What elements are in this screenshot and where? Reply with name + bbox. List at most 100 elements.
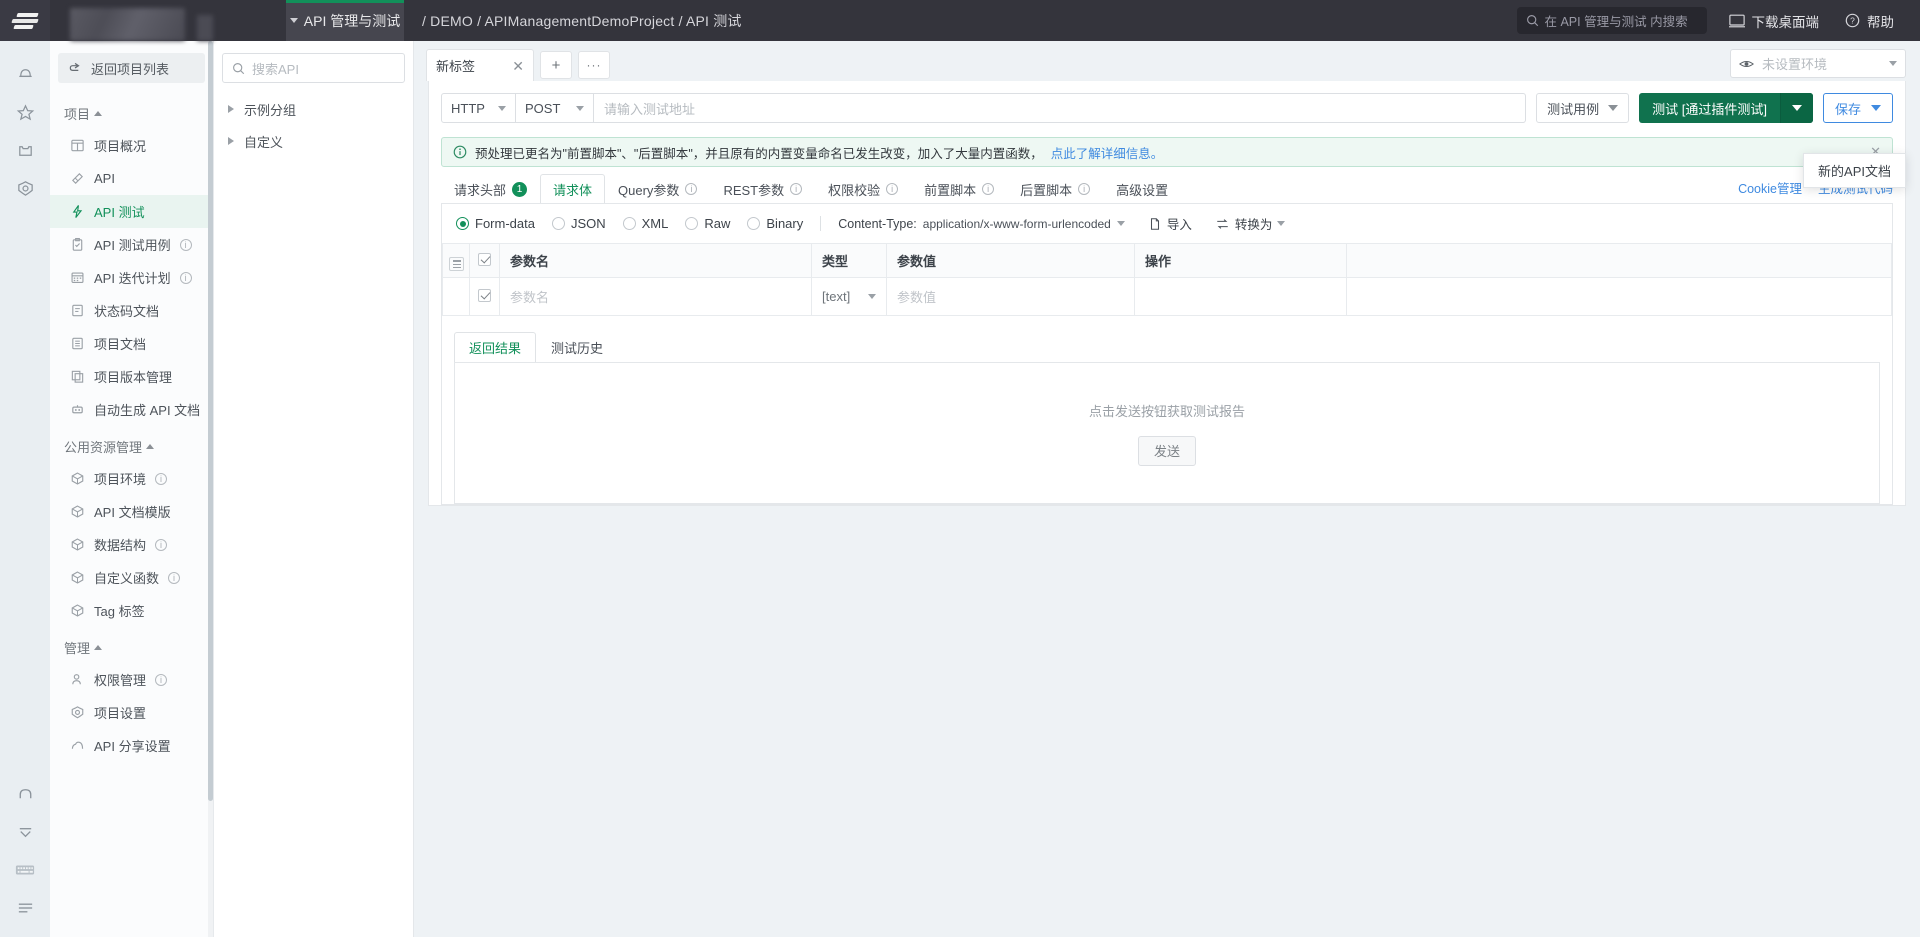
breadcrumb-text: / DEMO / APIManagementDemoProject / API … bbox=[422, 12, 742, 29]
info-icon[interactable]: i bbox=[685, 183, 698, 195]
save-button[interactable]: 保存 bbox=[1822, 93, 1893, 123]
body-type-raw[interactable]: Raw bbox=[685, 216, 730, 231]
row-type-select[interactable]: [text] bbox=[811, 277, 887, 316]
sidebar-item-api[interactable]: API bbox=[50, 162, 213, 195]
module-tab-api-management[interactable]: API 管理与测试 bbox=[286, 0, 404, 41]
params-table-selectall-cell[interactable] bbox=[469, 243, 500, 278]
info-icon[interactable]: i bbox=[179, 238, 192, 251]
star-icon[interactable] bbox=[8, 93, 42, 131]
sidebar-group-title-project[interactable]: 项目 bbox=[50, 93, 213, 129]
info-icon[interactable]: i bbox=[886, 183, 899, 195]
content-type-select[interactable]: Content-Type: application/x-www-form-url… bbox=[838, 217, 1125, 231]
menu-icon[interactable] bbox=[8, 889, 42, 927]
url-input[interactable]: 请输入测试地址 bbox=[594, 93, 1527, 123]
project-sidebar: 返回项目列表 项目 项目概况 API API 测试 API 测试用例 i API… bbox=[50, 41, 214, 937]
api-tree-item-custom[interactable]: 自定义 bbox=[214, 125, 413, 157]
params-table-menu-cell[interactable] bbox=[442, 243, 470, 278]
row-drag-cell[interactable] bbox=[442, 277, 470, 316]
info-icon[interactable]: i bbox=[179, 271, 192, 284]
row-op-cell[interactable] bbox=[1134, 277, 1347, 316]
tab-advanced-settings[interactable]: 高级设置 bbox=[1103, 174, 1181, 203]
back-to-project-list-button[interactable]: 返回项目列表 bbox=[58, 53, 205, 83]
method-select[interactable]: POST bbox=[516, 93, 594, 123]
tab-rest-params[interactable]: REST参数 i bbox=[710, 174, 815, 203]
api-search-input[interactable]: 搜索API bbox=[222, 53, 405, 83]
body-type-binary[interactable]: Binary bbox=[747, 216, 803, 231]
collapse-icon[interactable] bbox=[8, 813, 42, 851]
help-button[interactable]: ? 帮助 bbox=[1845, 11, 1894, 31]
sidebar-item-permission[interactable]: 权限管理 i bbox=[50, 663, 213, 696]
row-name-input[interactable]: 参数名 bbox=[499, 277, 812, 316]
more-tabs-button[interactable]: ··· bbox=[578, 51, 610, 79]
info-icon[interactable]: i bbox=[155, 673, 168, 686]
save-dropdown-menu[interactable]: 新的API文档 bbox=[1803, 153, 1906, 188]
tab-request-body[interactable]: 请求体 bbox=[540, 174, 606, 203]
info-icon[interactable]: i bbox=[982, 183, 995, 195]
tab-auth[interactable]: 权限校验 i bbox=[815, 174, 911, 203]
info-icon[interactable]: i bbox=[168, 571, 181, 584]
sidebar-item-project-settings[interactable]: 项目设置 bbox=[50, 696, 213, 729]
info-icon[interactable]: i bbox=[155, 538, 168, 551]
body-type-form-data[interactable]: Form-data bbox=[456, 216, 535, 231]
protocol-select[interactable]: HTTP bbox=[441, 93, 516, 123]
test-case-button[interactable]: 测试用例 bbox=[1536, 93, 1630, 123]
global-search-input[interactable]: 在 API 管理与测试 内搜索 bbox=[1516, 7, 1707, 34]
tab-post-script[interactable]: 后置脚本 i bbox=[1007, 174, 1103, 203]
headset-icon[interactable] bbox=[8, 775, 42, 813]
breadcrumb[interactable]: / DEMO / APIManagementDemoProject / API … bbox=[404, 0, 742, 41]
app-logo[interactable] bbox=[0, 0, 50, 41]
send-button[interactable]: 发送 bbox=[1138, 435, 1196, 466]
sidebar-item-api-testcase[interactable]: API 测试用例 i bbox=[50, 228, 213, 261]
sidebar-item-status-code-doc[interactable]: 状态码文档 bbox=[50, 294, 213, 327]
info-icon[interactable]: i bbox=[155, 472, 168, 485]
sidebar-item-api-doc-template[interactable]: API 文档模版 bbox=[50, 495, 213, 528]
sidebar-scrollbar[interactable] bbox=[208, 41, 213, 937]
sidebar-item-tag[interactable]: Tag 标签 bbox=[50, 594, 213, 627]
keyboard-icon[interactable] bbox=[8, 851, 42, 889]
document-tab-new[interactable]: 新标签 ✕ bbox=[426, 49, 534, 81]
info-icon[interactable]: i bbox=[790, 183, 803, 195]
tab-response-result[interactable]: 返回结果 bbox=[454, 332, 537, 362]
gear-icon[interactable] bbox=[8, 169, 42, 207]
import-button[interactable]: 导入 bbox=[1148, 214, 1192, 233]
test-button[interactable]: 测试 [通过插件测试] bbox=[1639, 93, 1813, 123]
sidebar-item-api-iteration-plan[interactable]: API 迭代计划 i bbox=[50, 261, 213, 294]
row-checkbox-cell[interactable] bbox=[469, 277, 500, 316]
body-type-json[interactable]: JSON bbox=[551, 216, 606, 231]
sidebar-item-project-version[interactable]: 项目版本管理 bbox=[50, 360, 213, 393]
monitor-icon bbox=[1728, 14, 1745, 27]
cookie-manage-link[interactable]: Cookie管理 bbox=[1738, 178, 1802, 197]
close-icon[interactable]: ✕ bbox=[512, 59, 524, 73]
sidebar-item-auto-gen-api-doc[interactable]: 自动生成 API 文档 bbox=[50, 393, 213, 426]
sidebar-item-custom-function[interactable]: 自定义函数 i bbox=[50, 561, 213, 594]
row-value-input[interactable]: 参数值 bbox=[886, 277, 1135, 316]
add-tab-button[interactable]: + bbox=[540, 51, 572, 79]
info-banner-link[interactable]: 点此了解详细信息。 bbox=[1051, 143, 1164, 162]
sidebar-item-data-structure[interactable]: 数据结构 i bbox=[50, 528, 213, 561]
box-icon[interactable] bbox=[8, 131, 42, 169]
body-type-xml[interactable]: XML bbox=[622, 216, 668, 231]
radio-icon bbox=[456, 217, 469, 230]
sidebar-item-label: 项目版本管理 bbox=[94, 370, 173, 385]
module-tab-label: API 管理与测试 bbox=[303, 12, 401, 29]
environment-select[interactable]: 未设置环境 bbox=[1730, 49, 1906, 78]
api-tree-item-sample-group[interactable]: 示例分组 bbox=[214, 93, 413, 125]
sidebar-item-project-overview[interactable]: 项目概况 bbox=[50, 129, 213, 162]
sidebar-item-label: 状态码文档 bbox=[94, 304, 160, 319]
sidebar-item-project-doc[interactable]: 项目文档 bbox=[50, 327, 213, 360]
info-icon[interactable]: i bbox=[1078, 183, 1091, 195]
request-url-row: HTTP POST 请输入测试地址 测试用例 测试 [通过插件测试] 保存 bbox=[429, 81, 1905, 135]
sidebar-group-title-management[interactable]: 管理 bbox=[50, 627, 213, 663]
tab-query-params[interactable]: Query参数 i bbox=[605, 174, 710, 203]
download-desktop-button[interactable]: 下载桌面端 bbox=[1728, 11, 1819, 31]
convert-button[interactable]: 转换为 bbox=[1215, 214, 1286, 233]
sidebar-item-project-env[interactable]: 项目环境 i bbox=[50, 462, 213, 495]
sidebar-item-api-test[interactable]: API 测试 bbox=[50, 195, 213, 228]
tab-request-headers[interactable]: 请求头部 1 bbox=[441, 174, 540, 203]
sidebar-item-api-share-settings[interactable]: API 分享设置 bbox=[50, 729, 213, 762]
sidebar-group-title-common-resources[interactable]: 公用资源管理 bbox=[50, 426, 213, 462]
test-button-dropdown[interactable] bbox=[1779, 93, 1813, 123]
bell-icon[interactable] bbox=[8, 55, 42, 93]
tab-test-history[interactable]: 测试历史 bbox=[536, 332, 618, 362]
tab-pre-script[interactable]: 前置脚本 i bbox=[911, 174, 1007, 203]
